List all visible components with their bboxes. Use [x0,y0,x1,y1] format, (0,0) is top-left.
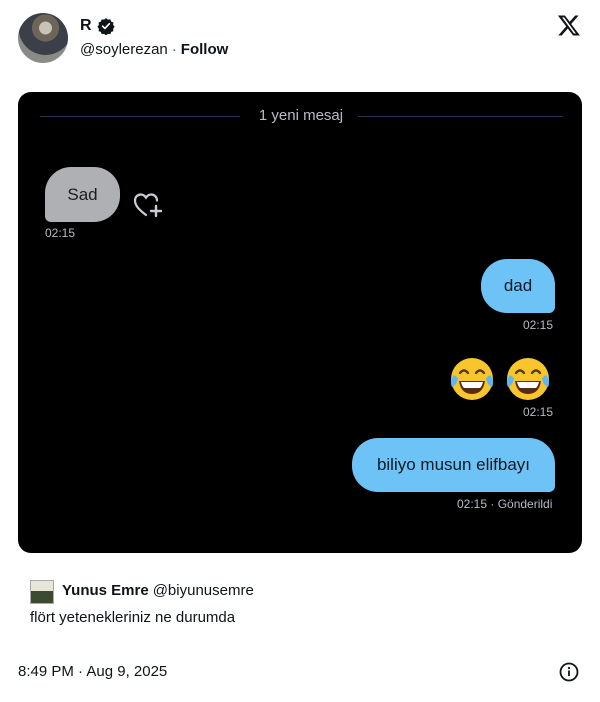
chat-screenshot-image[interactable]: 1 yeni mesaj Sad 02:15 dad 02:15 02:15 b… [18,92,582,553]
incoming-message-bubble: Sad [45,167,120,222]
outgoing-message-bubble: dad [481,259,555,313]
verified-badge-icon [96,18,115,35]
quoted-author-avatar[interactable] [30,580,54,604]
outgoing-message-bubble: biliyo musun elifbayı [352,438,555,492]
laughing-emoji-icon [450,358,494,400]
message-time: 02:15 [523,318,554,332]
separator-dot: · [171,41,177,58]
quoted-author-row: Yunus Emre @biyunusemre [62,582,254,599]
divider-line-left [40,116,240,117]
author-name[interactable]: R [80,17,92,35]
x-logo-icon[interactable] [557,13,581,37]
author-handle[interactable]: @soylerezan [80,41,168,58]
author-avatar[interactable] [18,13,68,63]
follow-button[interactable]: Follow [181,41,229,58]
message-time: 02:15 [523,405,554,419]
emoji-message [448,355,552,403]
quoted-author-handle[interactable]: @biyunusemre [153,582,254,599]
message-time-status: 02:15 · Gönderildi [457,497,553,511]
heart-plus-icon [133,193,163,218]
new-message-divider: 1 yeni mesaj [258,107,344,124]
info-icon[interactable] [559,662,579,682]
post-timestamp[interactable]: 8:49 PM · Aug 9, 2025 [18,663,167,680]
message-time: 02:15 [45,226,76,240]
quoted-author-name[interactable]: Yunus Emre [62,582,149,599]
divider-line-right [358,116,563,117]
quoted-post-text: flört yetenekleriniz ne durumda [30,609,236,626]
author-handle-row: @soylerezan · Follow [80,41,228,58]
laughing-emoji-icon [506,358,550,400]
author-name-row: R [80,17,115,35]
